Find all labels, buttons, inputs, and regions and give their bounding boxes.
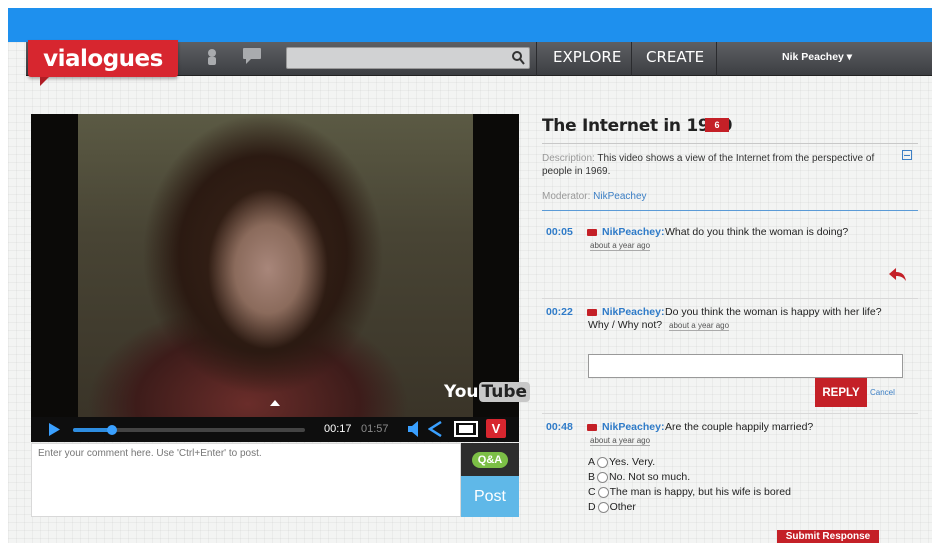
reply-input[interactable] — [589, 355, 902, 377]
youtube-you: You — [444, 382, 479, 402]
poll-option-c[interactable]: C The man is happy, but his wife is bore… — [588, 486, 791, 498]
description-label: Description: — [542, 153, 595, 164]
player-controls: 00:17 01:57 V — [31, 417, 519, 442]
vialogues-v-icon[interactable]: V — [486, 419, 506, 438]
progress-handle[interactable] — [107, 425, 118, 435]
radio-button[interactable] — [597, 486, 609, 498]
moderator-label: Moderator: — [542, 191, 591, 202]
youtube-tube: Tube — [478, 382, 531, 402]
fullscreen-icon[interactable] — [454, 421, 478, 442]
caret-up-icon — [270, 400, 280, 406]
reply-arrow-icon[interactable] — [889, 268, 907, 287]
option-letter: B — [588, 471, 596, 483]
comment-age: about a year ago — [590, 436, 651, 446]
panel-divider — [542, 210, 918, 211]
option-text: No. Not so much. — [609, 471, 691, 483]
post-button[interactable]: Post — [461, 476, 519, 517]
browser-top-bar — [8, 8, 932, 42]
reply-button[interactable]: REPLY — [815, 378, 867, 407]
comment-age: about a year ago — [669, 321, 730, 331]
comment-author[interactable]: NikPeachey: — [602, 421, 664, 433]
vialogue-title: The Internet in 1969 — [542, 116, 733, 136]
nav-separator — [536, 42, 537, 76]
radio-button[interactable] — [597, 456, 609, 468]
comment-text: Do you think the woman is happy with her… — [588, 306, 888, 332]
option-text: Yes. Very. — [609, 456, 656, 468]
qa-button[interactable]: Q&A — [461, 443, 519, 476]
mail-icon[interactable] — [587, 424, 597, 431]
qa-label: Q&A — [471, 451, 509, 468]
chat-icon[interactable] — [243, 48, 261, 69]
radio-button[interactable] — [597, 501, 609, 513]
play-icon[interactable] — [49, 423, 60, 441]
nav-explore[interactable]: EXPLORE — [553, 48, 621, 66]
comment-timestamp[interactable]: 00:05 — [546, 226, 573, 238]
comment-count-badge: 6 — [705, 118, 729, 132]
comment-box[interactable] — [31, 443, 461, 517]
user-menu[interactable]: Nik Peachey ▾ — [782, 51, 852, 63]
poll-option-b[interactable]: B No. Not so much. — [588, 471, 690, 483]
video-frame[interactable] — [78, 114, 473, 417]
option-text: Other — [609, 501, 636, 513]
description: Description: This video shows a view of … — [542, 153, 897, 178]
cancel-link[interactable]: Cancel — [870, 388, 895, 397]
mail-icon[interactable] — [587, 229, 597, 236]
title-divider — [542, 143, 918, 144]
collapse-icon[interactable] — [902, 150, 912, 160]
comment-age: about a year ago — [590, 241, 651, 251]
current-time: 00:17 — [324, 423, 352, 435]
person-icon[interactable] — [205, 48, 219, 71]
vialogues-logo[interactable]: vialogues — [28, 40, 178, 77]
logo-tail — [40, 77, 49, 86]
moderator-link[interactable]: NikPeachey — [593, 191, 646, 202]
comment-input[interactable] — [32, 444, 460, 516]
moderator: Moderator: NikPeachey — [542, 191, 647, 202]
comment-text: Are the couple happily married? — [665, 421, 814, 433]
search-icon[interactable] — [512, 51, 525, 70]
radio-button[interactable] — [597, 471, 609, 483]
option-letter: C — [588, 486, 596, 498]
option-text: The man is happy, but his wife is bored — [609, 486, 791, 498]
poll-option-a[interactable]: A Yes. Very. — [588, 456, 655, 468]
submit-response-button[interactable]: Submit Response — [777, 530, 879, 543]
search-box[interactable] — [286, 47, 530, 69]
comment-timestamp[interactable]: 00:22 — [546, 306, 573, 318]
nav-separator — [716, 42, 717, 76]
progress-bar[interactable] — [73, 425, 305, 435]
comment-timestamp[interactable]: 00:48 — [546, 421, 573, 433]
total-time: 01:57 — [361, 423, 389, 435]
share-icon[interactable] — [427, 420, 442, 442]
comment-text-content: Do you think the woman is happy with her… — [588, 306, 882, 331]
option-letter: D — [588, 501, 596, 513]
poll-option-d[interactable]: D Other — [588, 501, 636, 513]
search-input[interactable] — [287, 48, 529, 68]
youtube-logo[interactable]: You Tube — [444, 382, 531, 402]
comment-text: What do you think the woman is doing? — [665, 226, 849, 238]
video-player[interactable] — [31, 114, 519, 417]
reply-field[interactable] — [588, 354, 903, 378]
volume-icon[interactable] — [408, 421, 420, 442]
comment-author[interactable]: NikPeachey: — [602, 226, 664, 238]
nav-separator — [631, 42, 632, 76]
comment-divider — [542, 413, 918, 414]
nav-create[interactable]: CREATE — [646, 48, 704, 66]
comment-divider — [542, 298, 918, 299]
option-letter: A — [588, 456, 596, 468]
